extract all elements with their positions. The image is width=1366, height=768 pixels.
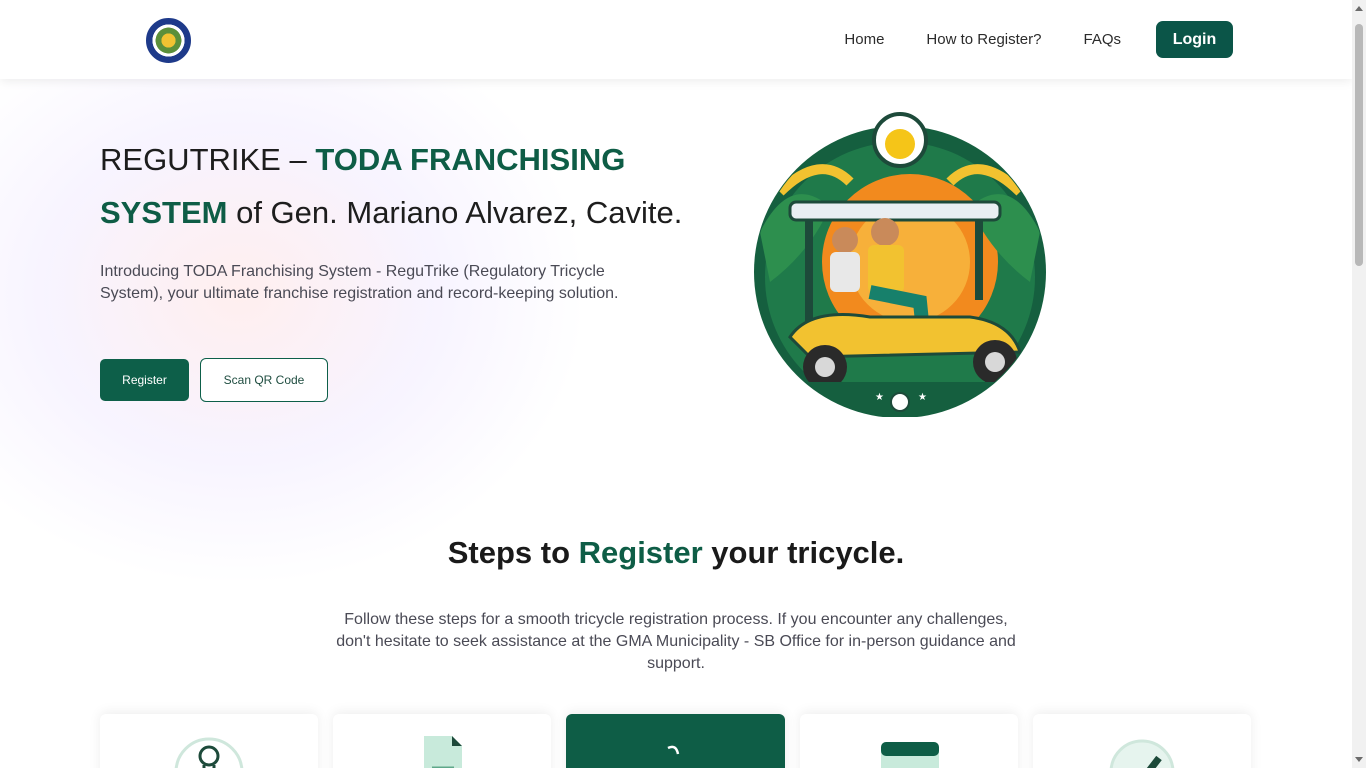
step-card-3[interactable] (566, 714, 785, 768)
steps-heading-accent: Register (578, 535, 703, 570)
nav-faqs-link[interactable]: FAQs (1083, 21, 1121, 58)
scroll-thumb[interactable] (1355, 24, 1363, 266)
hero-description: Introducing TODA Franchising System - Re… (100, 263, 619, 302)
scroll-up-arrow-icon[interactable] (1355, 6, 1363, 11)
step-card-2[interactable] (333, 714, 551, 768)
register-button[interactable]: Register (100, 359, 189, 401)
step-card-1[interactable] (100, 714, 318, 768)
nav-how-to-register-link[interactable]: How to Register? (926, 21, 1041, 58)
hero-title-accent-2: SYSTEM (100, 195, 228, 230)
navbar: Home How to Register? FAQs Login (0, 0, 1352, 79)
steps-description: Follow these steps for a smooth tricycle… (336, 611, 1016, 672)
hero-title-plain-2: of Gen. Mariano Alvarez, Cavite. (227, 195, 683, 230)
nav-home-link[interactable]: Home (844, 21, 884, 58)
login-button[interactable]: Login (1156, 21, 1233, 58)
step-card-5[interactable] (1033, 714, 1251, 768)
document-icon (424, 736, 462, 768)
nav-links: Home How to Register? FAQs Login (802, 21, 1233, 58)
tricycle-icon (666, 745, 679, 755)
svg-text:★: ★ (918, 392, 927, 403)
calendar-icon (881, 742, 939, 768)
hero-title-accent-1: TODA FRANCHISING (315, 142, 626, 177)
user-icon (174, 737, 244, 768)
steps-heading-suffix: your tricycle. (702, 535, 905, 570)
page-scrollbar[interactable] (1352, 0, 1366, 768)
scroll-down-arrow-icon[interactable] (1355, 757, 1363, 762)
scan-qr-code-button[interactable]: Scan QR Code (200, 358, 328, 402)
check-icon (1109, 739, 1175, 768)
steps-cards (100, 714, 1266, 768)
municipal-seal-logo[interactable] (146, 18, 191, 63)
hero-title-plain-1: REGUTRIKE – (100, 142, 316, 177)
step-card-4[interactable] (800, 714, 1018, 768)
steps-heading: Steps to Register your tricycle. (0, 535, 1352, 571)
svg-text:★: ★ (875, 392, 884, 403)
steps-heading-prefix: Steps to (447, 535, 579, 570)
tricycle-driver-illustration: ★ ★ (754, 112, 1046, 417)
hero-title: REGUTRIKE – TODA FRANCHISING SYSTEM of Ge… (100, 133, 760, 239)
